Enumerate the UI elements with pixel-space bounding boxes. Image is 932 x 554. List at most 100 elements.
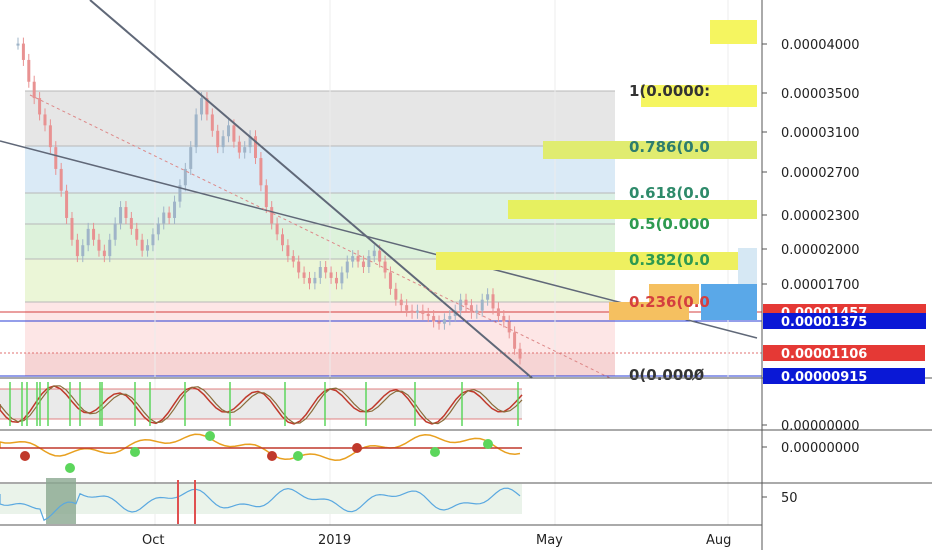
candle-body bbox=[102, 250, 106, 257]
candle-body bbox=[65, 190, 69, 218]
candle-body bbox=[410, 310, 414, 313]
candle-body bbox=[237, 141, 241, 153]
candle-body bbox=[194, 114, 198, 148]
candle-body bbox=[59, 168, 63, 191]
candle-body bbox=[491, 294, 495, 309]
candle-body bbox=[502, 316, 506, 322]
candle-body bbox=[351, 256, 355, 262]
candle-body bbox=[21, 43, 25, 60]
candle-body bbox=[75, 239, 79, 257]
zone-lightblue bbox=[738, 248, 757, 284]
macd-cross-dot bbox=[267, 451, 277, 461]
candle-body bbox=[334, 277, 338, 284]
candle-body bbox=[221, 136, 225, 148]
candle-body bbox=[307, 277, 311, 284]
candle-body bbox=[162, 212, 166, 224]
candle-body bbox=[227, 125, 231, 137]
macd-cross-dot bbox=[352, 443, 362, 453]
candle-body bbox=[313, 277, 317, 284]
y-tick-label: 0.00002000 bbox=[781, 243, 860, 258]
candle-body bbox=[232, 125, 236, 142]
candle-body bbox=[356, 256, 360, 262]
macd-cross-dot bbox=[293, 451, 303, 461]
candle-body bbox=[486, 294, 490, 300]
candle-body bbox=[70, 217, 74, 240]
candle-body bbox=[146, 245, 150, 251]
y-tick-label: 0.00001700 bbox=[781, 278, 860, 293]
zone-yellow bbox=[710, 20, 757, 44]
fib-band bbox=[25, 146, 615, 193]
candle-body bbox=[448, 316, 452, 320]
x-tick-label: May bbox=[536, 533, 563, 548]
candle-body bbox=[415, 310, 419, 313]
indicators: 0.00000000 0.00000000 50 bbox=[0, 377, 932, 524]
fib-label: 0.618(0.0 bbox=[629, 184, 710, 202]
candle-body bbox=[270, 207, 274, 224]
candle-body bbox=[297, 261, 301, 273]
macd-cross-dot bbox=[205, 431, 215, 441]
candle-body bbox=[216, 130, 220, 148]
candle-body bbox=[81, 245, 85, 257]
candle-body bbox=[372, 250, 376, 257]
fib-band bbox=[25, 302, 615, 353]
chart-stage: 1(0.0000: 0.786(0.0 0.618(0.0 0.5(0.000 0.38… bbox=[0, 0, 932, 550]
x-tick-label: Aug bbox=[706, 533, 731, 548]
candle-body bbox=[426, 313, 430, 317]
candle-body bbox=[243, 147, 247, 153]
candle-body bbox=[140, 239, 144, 251]
rsi-highlight bbox=[46, 478, 76, 524]
y-tick-label: 0.00003100 bbox=[781, 126, 860, 141]
candle-body bbox=[259, 158, 263, 186]
candle-body bbox=[189, 147, 193, 169]
candle-body bbox=[496, 308, 500, 317]
price-tag-label: 0.00001106 bbox=[781, 347, 867, 362]
candle-body bbox=[383, 261, 387, 273]
candle-body bbox=[507, 321, 511, 333]
candle-body bbox=[361, 261, 365, 268]
candle-body bbox=[38, 98, 42, 115]
candle-body bbox=[200, 98, 204, 115]
candle-body bbox=[113, 223, 117, 240]
price-tag-label: 0.00001375 bbox=[781, 315, 867, 330]
fib-label: 0.382(0.0 bbox=[629, 251, 710, 269]
candle-body bbox=[86, 228, 90, 246]
candle-body bbox=[210, 114, 214, 131]
candle-body bbox=[378, 250, 382, 262]
chart-svg[interactable]: 1(0.0000: 0.786(0.0 0.618(0.0 0.5(0.000 0.38… bbox=[0, 0, 932, 550]
candle-body bbox=[16, 43, 20, 46]
rsi-axis-label: 50 bbox=[781, 491, 798, 506]
candle-body bbox=[264, 185, 268, 208]
candle-body bbox=[54, 147, 58, 169]
fib-band bbox=[25, 91, 615, 146]
fib-label: 0.5(0.000 bbox=[629, 215, 710, 233]
macd-cross-dot bbox=[65, 463, 75, 473]
candle-body bbox=[27, 59, 31, 82]
candle-body bbox=[324, 267, 328, 273]
candle-body bbox=[432, 316, 436, 322]
candle-body bbox=[280, 234, 284, 246]
y-tick-label: 0.00002700 bbox=[781, 166, 860, 181]
candle-body bbox=[92, 228, 96, 240]
candle-body bbox=[48, 125, 52, 148]
candle-body bbox=[129, 217, 133, 229]
candle-body bbox=[275, 223, 279, 235]
y-tick-label: 0.00004000 bbox=[781, 38, 860, 53]
macd-cross-dot bbox=[430, 447, 440, 457]
candle-body bbox=[421, 310, 425, 314]
candle-body bbox=[173, 201, 177, 218]
candle-body bbox=[405, 305, 409, 311]
candle-body bbox=[135, 228, 139, 240]
candle-body bbox=[388, 272, 392, 289]
fib-label: 0.786(0.0 bbox=[629, 138, 710, 156]
candle-body bbox=[151, 234, 155, 246]
fib-labels: 1(0.0000: 0.786(0.0 0.618(0.0 0.5(0.000 0.38… bbox=[629, 82, 710, 384]
candle-body bbox=[367, 256, 371, 268]
x-tick-label: Oct bbox=[142, 533, 164, 548]
candle-body bbox=[442, 319, 446, 324]
fib-label: 1(0.0000: bbox=[629, 82, 710, 100]
macd-axis-label: 0.00000000 bbox=[781, 441, 860, 456]
candle-body bbox=[97, 239, 101, 251]
price-tag-label: 0.00000915 bbox=[781, 370, 867, 385]
candle-body bbox=[394, 288, 398, 300]
price-tags: 0.000014570.000013750.000011060.00000915 bbox=[763, 304, 926, 385]
